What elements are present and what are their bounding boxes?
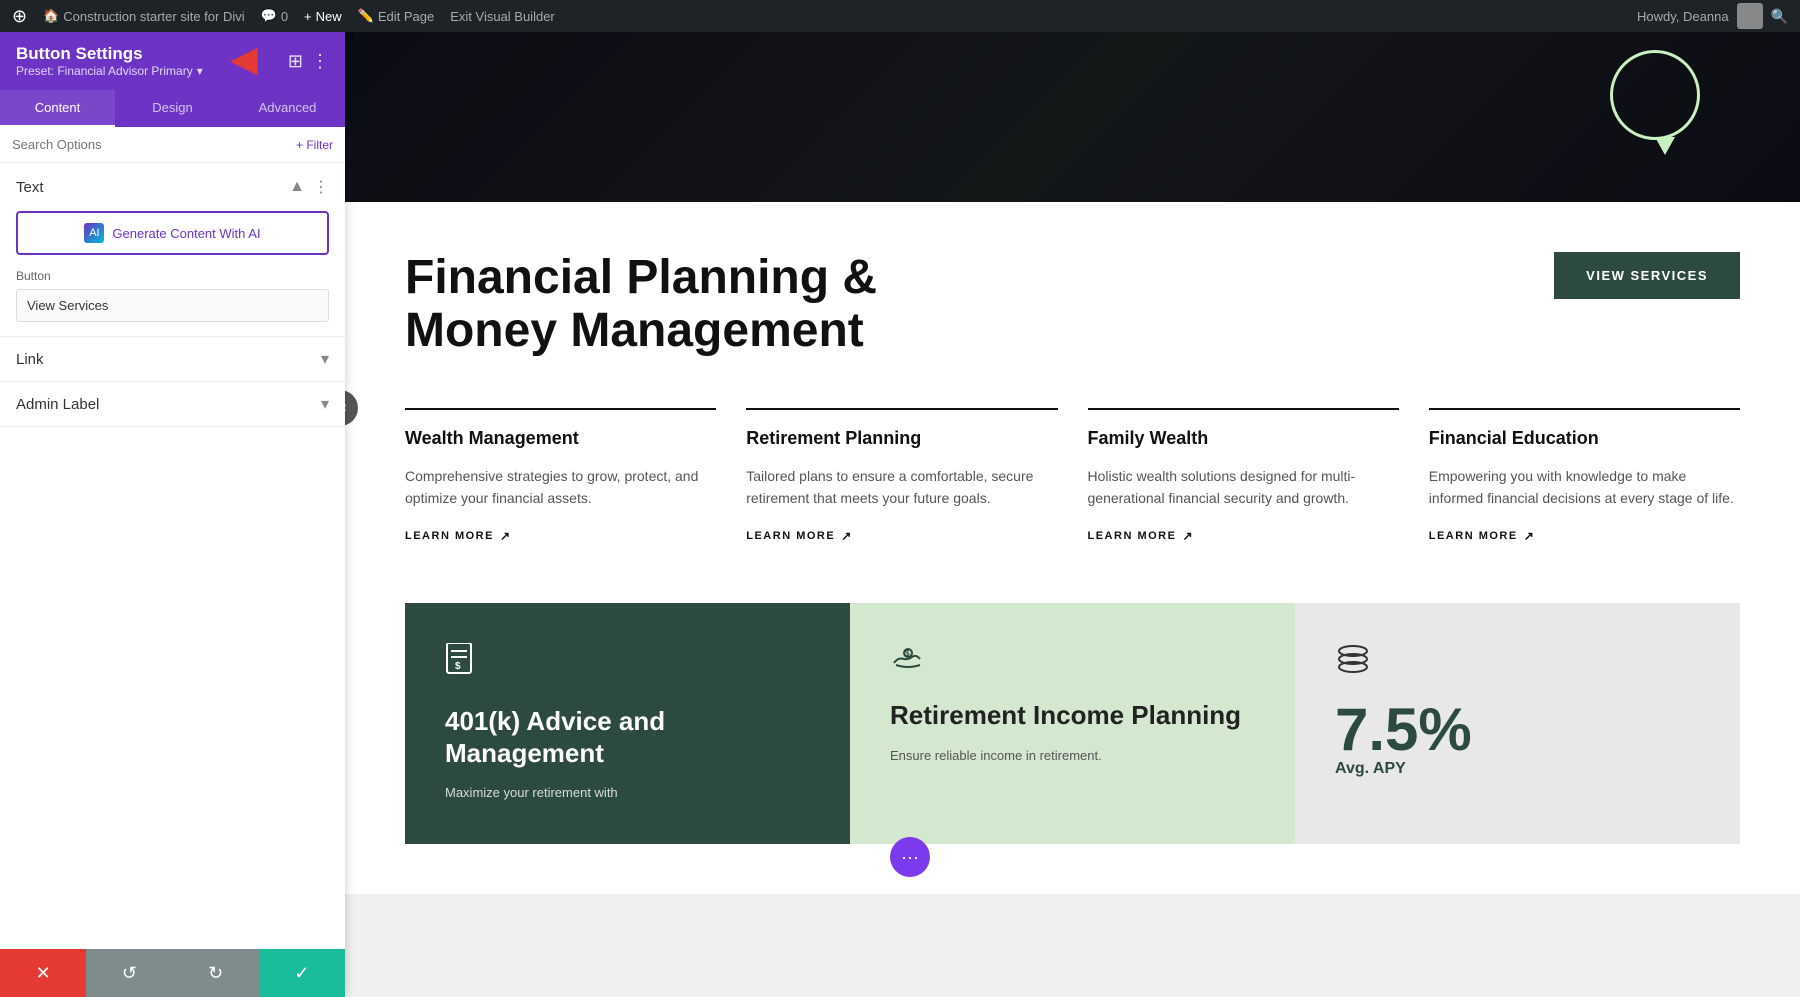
page-top: Financial Planning & Money Management VI… [405,252,1740,358]
services-grid: Wealth Management Comprehensive strategi… [405,408,1740,544]
service-title-2: Retirement Planning [746,428,1057,449]
sidebar-title: Button Settings [16,44,203,64]
exit-builder-bar[interactable]: Exit Visual Builder [450,9,555,24]
bottom-card-401k: $ 401(k) Advice and Management Maximize … [405,603,850,843]
comments-bar[interactable]: 💬 0 [261,8,288,24]
service-title-3: Family Wealth [1088,428,1399,449]
undo-button[interactable]: ↺ [86,949,172,997]
bottom-cards: $ 401(k) Advice and Management Maximize … [405,603,1740,843]
save-button[interactable]: ✓ [259,949,345,997]
search-input[interactable] [12,137,288,152]
chevron-down-icon: ▾ [321,349,329,369]
chat-floating-button[interactable]: ··· [890,837,930,877]
hero-section [345,32,1800,202]
admin-label-title: Admin Label [16,396,99,413]
more-options-icon[interactable]: ⋮ [311,51,329,72]
red-arrow-indicator: ◀ [230,38,258,80]
sidebar-panel: Button Settings Preset: Financial Adviso… [0,32,345,997]
bottom-card-income: $ Retirement Income Planning Ensure reli… [850,603,1295,843]
service-card-wealth: Wealth Management Comprehensive strategi… [405,408,716,544]
text-section: Text ▲ ⋮ AI Generate Content With AI But… [0,163,345,337]
service-desc-2: Tailored plans to ensure a comfortable, … [746,465,1057,510]
button-text-input[interactable] [16,289,329,322]
hero-overlay [345,32,1800,202]
admin-label-section-header[interactable]: Admin Label ▾ [0,382,345,426]
button-field-label: Button [0,269,345,289]
arrow-icon: ↗ [500,529,512,543]
text-section-header[interactable]: Text ▲ ⋮ [0,163,345,211]
tab-content[interactable]: Content [0,90,115,127]
sidebar-header: Button Settings Preset: Financial Adviso… [0,32,345,90]
chevron-down-icon: ▾ [321,394,329,414]
sidebar-header-icons: ⊞ ⋮ [288,51,329,72]
site-name-bar[interactable]: 🏠 Construction starter site for Divi [43,8,245,24]
ai-icon: AI [84,223,104,243]
page-content: Financial Planning & Money Management VI… [345,202,1800,894]
link-section: Link ▾ [0,337,345,382]
learn-more-2[interactable]: LEARN MORE ↗ [746,529,1057,543]
service-desc-3: Holistic wealth solutions designed for m… [1088,465,1399,510]
admin-label-section: Admin Label ▾ [0,382,345,427]
card-desc-income: Ensure reliable income in retirement. [890,746,1255,767]
hands-money-icon: $ [890,643,1255,680]
link-section-title: Link [16,351,44,368]
page-main-title: Financial Planning & Money Management [405,252,905,358]
sidebar-tabs: Content Design Advanced [0,90,345,127]
edit-page-bar[interactable]: ✏️ Edit Page [358,8,435,24]
wp-logo-icon: ⊕ [12,6,27,27]
card-desc-401k: Maximize your retirement with [445,783,810,804]
tab-design[interactable]: Design [115,90,230,127]
arrow-icon: ↗ [1524,529,1536,543]
service-card-family: Family Wealth Holistic wealth solutions … [1088,408,1399,544]
new-bar[interactable]: + New [304,9,342,24]
wp-admin-bar: ⊕ 🏠 Construction starter site for Divi 💬… [0,0,1800,32]
close-button[interactable]: ✕ [0,949,86,997]
service-title-4: Financial Education [1429,428,1740,449]
bottom-card-stat: 7.5% Avg. APY [1295,603,1740,843]
responsive-icon[interactable]: ⊞ [288,51,303,72]
service-desc-1: Comprehensive strategies to grow, protec… [405,465,716,510]
chat-bubble-icon [1610,50,1700,140]
howdy-bar: Howdy, Deanna 🔍 [1637,3,1788,29]
text-section-title: Text [16,179,44,196]
arrow-icon: ↗ [1182,529,1194,543]
stat-number: 7.5% [1335,700,1700,760]
link-section-header[interactable]: Link ▾ [0,337,345,381]
service-title-1: Wealth Management [405,428,716,449]
wp-icon: 🏠 [43,8,59,24]
chevron-down-icon: ▾ [197,64,203,78]
bottom-toolbar: ✕ ↺ ↻ ✓ [0,949,345,997]
tab-advanced[interactable]: Advanced [230,90,345,127]
ai-generate-button[interactable]: AI Generate Content With AI [16,211,329,255]
learn-more-1[interactable]: LEARN MORE ↗ [405,529,716,543]
learn-more-3[interactable]: LEARN MORE ↗ [1088,529,1399,543]
view-services-button[interactable]: VIEW SERVICES [1554,252,1740,299]
search-bar: + Filter [0,127,345,163]
stat-label: Avg. APY [1335,760,1700,778]
service-card-retirement: Retirement Planning Tailored plans to en… [746,408,1057,544]
svg-text:$: $ [455,661,461,672]
redo-button[interactable]: ↻ [173,949,259,997]
service-card-education: Financial Education Empowering you with … [1429,408,1740,544]
learn-more-4[interactable]: LEARN MORE ↗ [1429,529,1740,543]
arrow-icon: ↗ [841,529,853,543]
document-dollar-icon: $ [445,643,810,686]
svg-text:$: $ [905,649,910,658]
main-content: Financial Planning & Money Management VI… [345,0,1800,997]
coins-stack-icon [1335,643,1700,680]
section-more-icon[interactable]: ⋮ [313,177,329,197]
filter-button[interactable]: + Filter [296,138,333,152]
chevron-up-icon: ▲ [289,178,305,196]
avatar [1737,3,1763,29]
card-title-401k: 401(k) Advice and Management [445,706,810,768]
service-desc-4: Empowering you with knowledge to make in… [1429,465,1740,510]
card-title-income: Retirement Income Planning [890,700,1255,731]
sidebar-preset[interactable]: Preset: Financial Advisor Primary ▾ [16,64,203,78]
search-icon[interactable]: 🔍 [1771,8,1788,25]
